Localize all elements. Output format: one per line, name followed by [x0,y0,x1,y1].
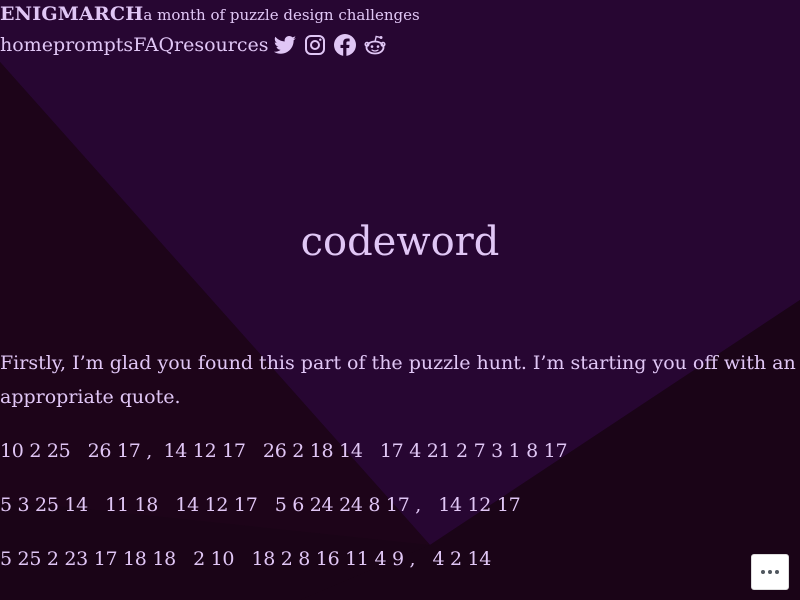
page-title: codeword [300,219,500,265]
twitter-icon[interactable] [273,33,297,57]
instagram-icon[interactable] [303,33,327,57]
intro-paragraph: Firstly, I’m glad you found this part of… [0,352,796,408]
nav-home-link[interactable]: home [0,31,53,59]
site-tagline: a month of puzzle design challenges [143,6,420,24]
nav-prompts-link[interactable]: prompts [53,31,133,59]
more-options-button[interactable] [751,554,789,590]
brand-row: ENIGMARCHa month of puzzle design challe… [0,3,420,26]
nav-faq-link[interactable]: FAQ [133,31,174,59]
code-line: 10 2 25 26 17 , 14 12 17 26 2 18 14 17 4… [0,440,568,462]
nav-resources-link[interactable]: resources [174,31,268,59]
more-dots-icon [761,570,765,574]
page-content: Firstly, I’m glad you found this part of… [0,346,800,576]
more-dots-icon [775,570,779,574]
primary-nav: home prompts FAQ resources [0,30,387,60]
more-dots-icon [768,570,772,574]
facebook-icon[interactable] [333,33,357,57]
reddit-icon[interactable] [363,33,387,57]
code-line: 5 3 25 14 11 18 14 12 17 5 6 24 24 8 17 … [0,494,521,516]
site-title-link[interactable]: ENIGMARCH [0,3,143,25]
code-line: 5 25 2 23 17 18 18 2 10 18 2 8 16 11 4 9… [0,548,492,570]
social-links [273,33,387,57]
